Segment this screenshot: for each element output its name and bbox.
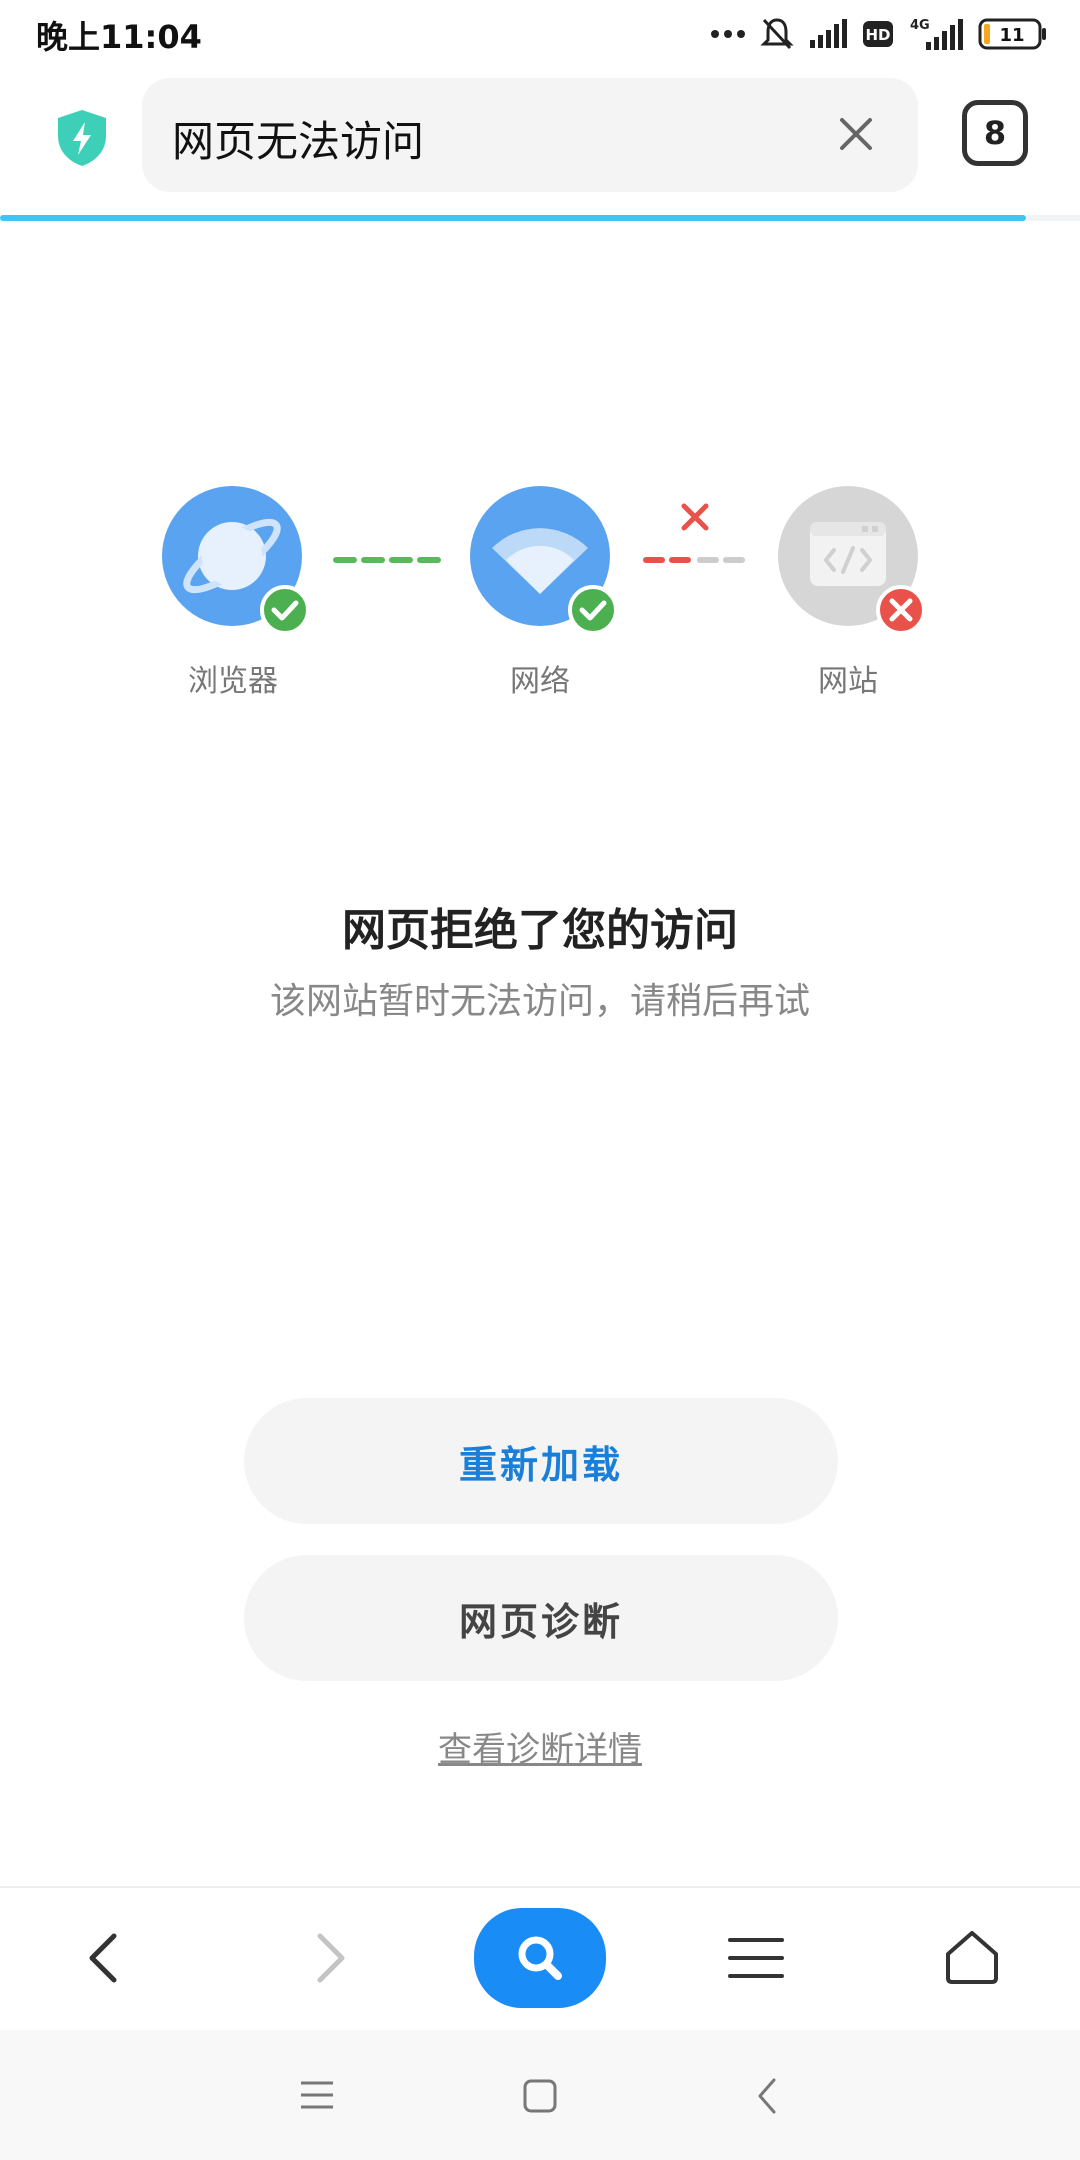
more-dots-icon — [711, 30, 745, 38]
tabs-button[interactable]: 8 — [962, 100, 1028, 166]
code-window-icon — [810, 522, 886, 586]
load-progress-bar — [0, 215, 1026, 221]
mute-bell-icon — [760, 18, 794, 50]
shield-icon[interactable] — [54, 108, 110, 168]
error-message: 该网站暂时无法访问，请稍后再试 — [269, 981, 810, 1022]
browser-node — [162, 486, 310, 635]
search-icon — [518, 1936, 562, 1980]
system-back-icon[interactable] — [752, 2076, 782, 2116]
signal-4g-icon: 4G — [910, 18, 963, 50]
close-icon[interactable] — [836, 114, 876, 154]
error-badge-icon — [876, 585, 926, 635]
hd-badge-text: HD — [865, 26, 890, 44]
menu-icon[interactable] — [726, 1928, 786, 1988]
diagnosis-details-link[interactable]: 查看诊断详情 — [0, 1722, 1080, 1771]
signal-icon — [810, 19, 847, 48]
status-bar: 晚上11:04 HD 4G 11 — [0, 0, 1080, 70]
forward-icon[interactable] — [298, 1928, 358, 1988]
page-title[interactable]: 网页无法访问 — [172, 108, 424, 169]
hd-badge-icon: HD — [863, 21, 893, 47]
network-node — [470, 486, 618, 635]
load-progress-track — [1026, 215, 1080, 221]
battery-icon: 11 — [978, 18, 1046, 50]
search-button[interactable] — [474, 1908, 606, 2008]
browser-label: 浏览器 — [188, 664, 278, 699]
home-icon[interactable] — [942, 1928, 1002, 1988]
connector-error — [643, 503, 747, 563]
status-time: 晚上11:04 — [36, 18, 202, 56]
ok-check-icon — [260, 585, 310, 635]
diagnose-button[interactable]: 网页诊断 — [244, 1555, 838, 1681]
error-title: 网页拒绝了您的访问 — [342, 905, 738, 956]
network-type-text: 4G — [910, 18, 930, 33]
error-x-icon — [681, 503, 709, 531]
network-label: 网络 — [510, 664, 570, 699]
reload-button[interactable]: 重新加载 — [244, 1398, 838, 1524]
website-node — [778, 486, 926, 635]
battery-level-text: 11 — [999, 25, 1024, 46]
website-label: 网站 — [818, 664, 878, 699]
home-square-icon[interactable] — [522, 2078, 558, 2114]
ok-check-icon — [568, 585, 618, 635]
recents-icon[interactable] — [298, 2078, 336, 2112]
back-icon[interactable] — [76, 1928, 136, 1988]
status-icons: HD 4G 11 — [710, 14, 1048, 54]
